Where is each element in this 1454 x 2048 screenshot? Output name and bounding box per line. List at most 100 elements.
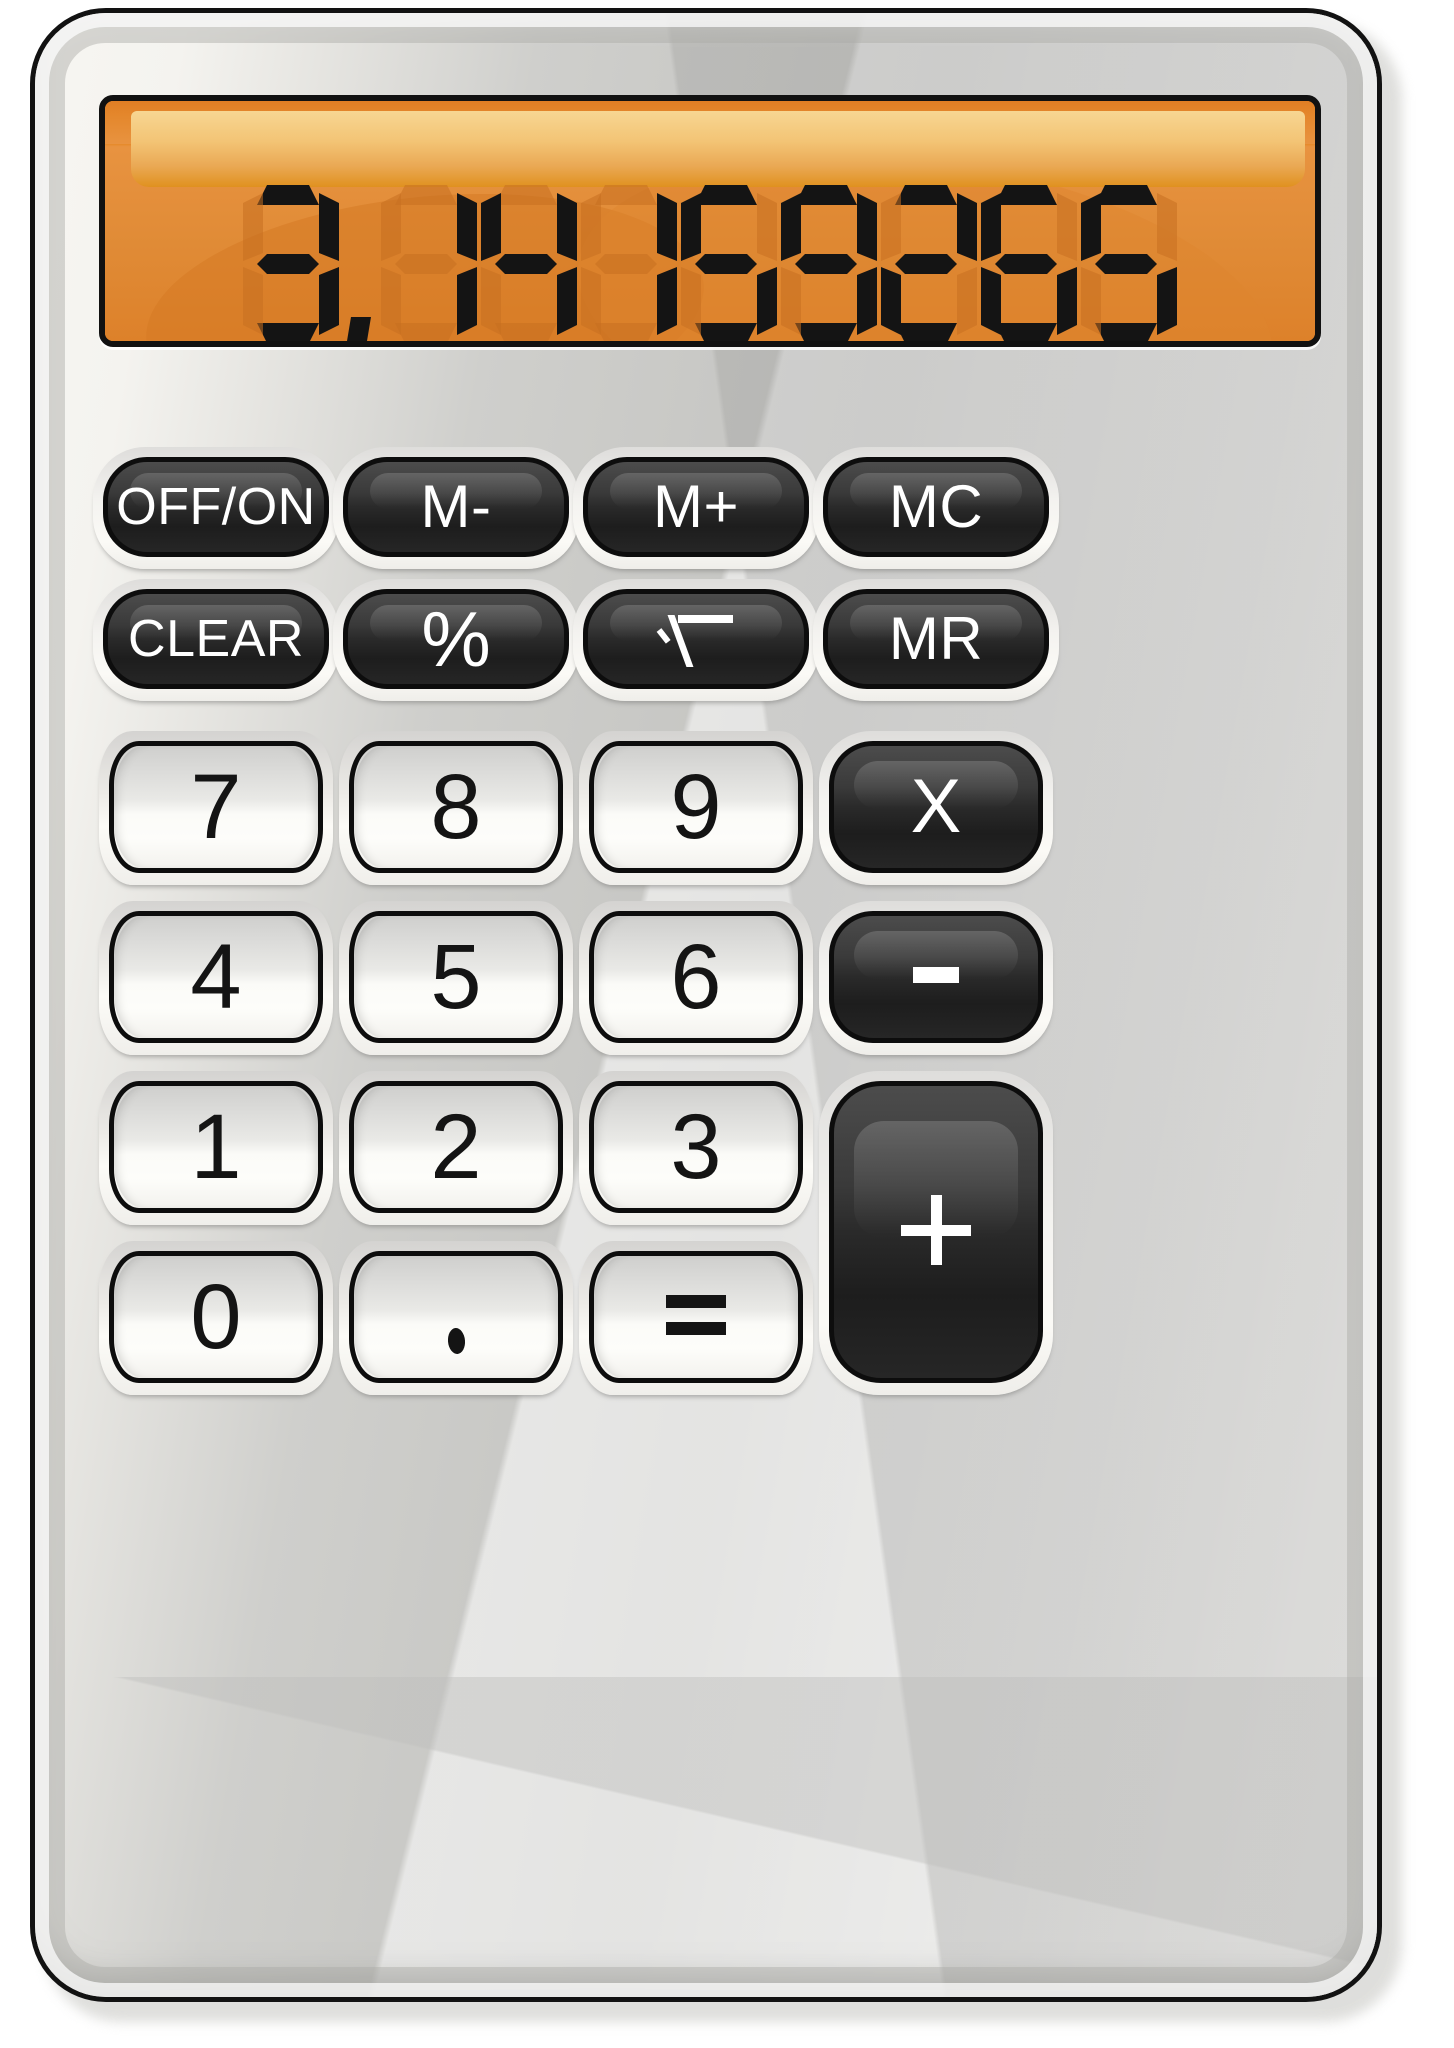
lcd-segment-c [757, 267, 777, 335]
key-label-off-on: OFF/ON [116, 478, 316, 536]
lcd-segment-g [995, 254, 1057, 274]
key-m-minus[interactable]: M- [333, 447, 579, 569]
lcd-segment-c [657, 267, 677, 335]
key-label-equals [666, 1293, 726, 1341]
lcd-digit [381, 185, 477, 343]
key-sqrt[interactable] [573, 579, 819, 701]
key-one[interactable]: 1 [99, 1071, 333, 1225]
key-mc[interactable]: MC [813, 447, 1059, 569]
key-label-m-minus: M- [420, 473, 492, 540]
lcd-segment-f [781, 193, 801, 261]
lcd-segment-f [243, 193, 263, 261]
lcd-segment-c [857, 267, 877, 335]
key-label-three: 3 [670, 1096, 722, 1198]
lcd-segment-b [857, 193, 877, 261]
lcd-segment-e [681, 267, 701, 335]
key-off-on[interactable]: OFF/ON [93, 447, 339, 569]
key-two[interactable]: 2 [339, 1071, 573, 1225]
lcd-segment-d [595, 323, 657, 343]
lcd-segment-a [257, 185, 319, 205]
key-label-mr: MR [888, 605, 984, 672]
lcd-segment-g [395, 254, 457, 274]
lcd-segment-g [495, 254, 557, 274]
lcd-gloss-bar [131, 111, 1305, 187]
lcd-dp-segment [347, 317, 371, 341]
lcd-segment-c [1057, 267, 1077, 335]
lcd-segment-f [1081, 193, 1101, 261]
key-label-seven: 7 [190, 756, 242, 858]
lcd-segment-g [1095, 254, 1157, 274]
lcd-segment-d [257, 323, 319, 343]
key-label-nine: 9 [670, 756, 722, 858]
lcd-segment-f [481, 193, 501, 261]
key-percent[interactable]: % [333, 579, 579, 701]
key-label-multiply: X [910, 764, 962, 849]
lcd-segment-f [381, 193, 401, 261]
lcd-digit [1081, 185, 1177, 343]
key-four[interactable]: 4 [99, 901, 333, 1055]
lcd-segment-b [957, 193, 977, 261]
lcd-segment-e [481, 267, 501, 335]
key-label-five: 5 [430, 926, 482, 1028]
key-six[interactable]: 6 [579, 901, 813, 1055]
lcd-digit-row [105, 179, 1315, 347]
key-equals[interactable] [579, 1241, 813, 1395]
lcd-segment-a [1095, 185, 1157, 205]
keypad: OFF/ON M- M+ MC CLEAR% MR 7 8 9 X 4 5 6 1 2 3 0 [93, 443, 1327, 1963]
key-multiply[interactable]: X [819, 731, 1053, 885]
lcd-segment-a [995, 185, 1057, 205]
key-decimal[interactable] [339, 1241, 573, 1395]
lcd-segment-f [581, 193, 601, 261]
lcd-segment-a [695, 185, 757, 205]
key-zero[interactable]: 0 [99, 1241, 333, 1395]
lcd-segment-f [981, 193, 1001, 261]
key-mr[interactable]: MR [813, 579, 1059, 701]
key-m-plus[interactable]: M+ [573, 447, 819, 569]
lcd-segment-e [981, 267, 1001, 335]
lcd-digit [481, 185, 577, 343]
lcd-segment-e [243, 267, 263, 335]
lcd-segment-e [581, 267, 601, 335]
lcd-display [99, 95, 1321, 347]
key-five[interactable]: 5 [339, 901, 573, 1055]
key-label-clear: CLEAR [128, 610, 304, 668]
lcd-segment-d [895, 323, 957, 343]
calculator-body: OFF/ON M- M+ MC CLEAR% MR 7 8 9 X 4 5 6 1 2 3 0 [30, 8, 1382, 2002]
key-subtract[interactable] [819, 901, 1053, 1055]
lcd-digit [881, 185, 977, 343]
key-label-one: 1 [190, 1096, 242, 1198]
lcd-decimal-point [343, 185, 377, 343]
key-add[interactable] [819, 1071, 1053, 1395]
lcd-segment-b [657, 193, 677, 261]
key-eight[interactable]: 8 [339, 731, 573, 885]
lcd-segment-b [757, 193, 777, 261]
key-nine[interactable]: 9 [579, 731, 813, 885]
lcd-segment-b [1157, 193, 1177, 261]
lcd-segment-b [557, 193, 577, 261]
plus-icon [901, 1195, 971, 1265]
lcd-segment-c [1157, 267, 1177, 335]
lcd-segment-c [457, 267, 477, 335]
lcd-segment-e [381, 267, 401, 335]
lcd-digit [581, 185, 677, 343]
lcd-segment-d [795, 323, 857, 343]
key-three[interactable]: 3 [579, 1071, 813, 1225]
lcd-segment-a [495, 185, 557, 205]
lcd-segment-d [1095, 323, 1157, 343]
lcd-digit [981, 185, 1077, 343]
key-label-mc: MC [888, 473, 984, 540]
lcd-segment-b [1057, 193, 1077, 261]
lcd-segment-d [995, 323, 1057, 343]
lcd-segment-g [895, 254, 957, 274]
key-seven[interactable]: 7 [99, 731, 333, 885]
minus-icon [913, 967, 959, 983]
key-label-zero: 0 [190, 1266, 242, 1368]
key-clear[interactable]: CLEAR [93, 579, 339, 701]
lcd-segment-e [781, 267, 801, 335]
lcd-segment-g [595, 254, 657, 274]
lcd-digit [781, 185, 877, 343]
lcd-segment-d [695, 323, 757, 343]
key-label-four: 4 [190, 926, 242, 1028]
lcd-segment-a [895, 185, 957, 205]
lcd-segment-f [681, 193, 701, 261]
